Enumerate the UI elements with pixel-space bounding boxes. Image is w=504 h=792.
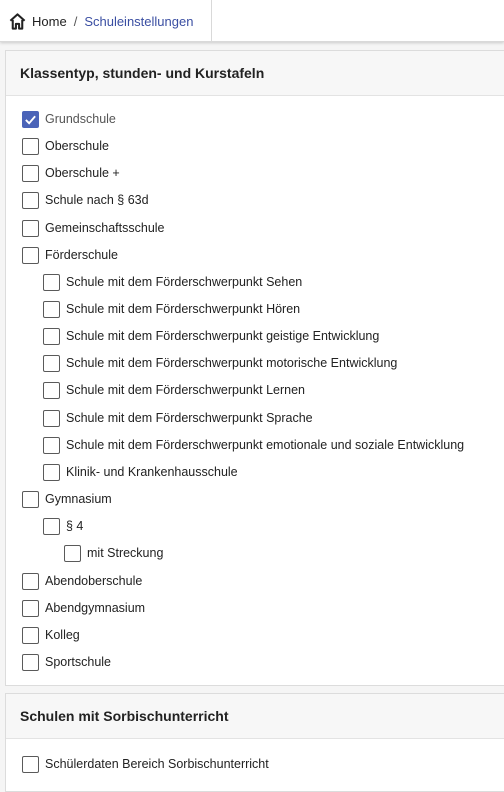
checkbox-row[interactable]: Förderschule	[22, 245, 118, 265]
checkbox[interactable]	[43, 300, 60, 318]
breadcrumb-separator: /	[73, 13, 78, 29]
checkbox-label: Schule mit dem Förderschwerpunkt Hören	[66, 302, 301, 316]
checkbox-label: Oberschule +	[45, 166, 120, 180]
checkbox[interactable]	[43, 327, 60, 345]
checkbox[interactable]	[43, 354, 60, 372]
checkbox[interactable]	[22, 653, 39, 671]
breadcrumb: Home / Schuleinstellungen	[0, 0, 212, 42]
checkbox-label: Schule mit dem Förderschwerpunkt Sehen	[66, 275, 303, 289]
checkbox-label: Kolleg	[45, 628, 80, 642]
breadcrumb-current[interactable]: Schuleinstellungen	[84, 14, 193, 29]
checkbox-label: Schule nach § 63d	[45, 193, 149, 207]
sorbian-card-title: Schulen mit Sorbischunterricht	[6, 694, 504, 739]
checkbox-row[interactable]: Schule mit dem Förderschwerpunkt Hören	[43, 299, 300, 319]
checkbox[interactable]	[22, 626, 39, 644]
checkbox-label: § 4	[66, 519, 84, 533]
checkbox-label: Schule mit dem Förderschwerpunkt emotion…	[66, 438, 465, 452]
sorbian-card: Schulen mit Sorbischunterricht Schülerda…	[5, 693, 504, 792]
checkbox-row[interactable]: Sportschule	[22, 652, 111, 672]
checkbox-row[interactable]: Oberschule +	[22, 163, 120, 183]
checkbox[interactable]	[22, 490, 39, 508]
checkbox[interactable]	[43, 409, 60, 427]
checkbox[interactable]	[22, 599, 39, 617]
checkbox-label: Schule mit dem Förderschwerpunkt Lernen	[66, 383, 306, 397]
checkbox-label: Schule mit dem Förderschwerpunkt Sprache	[66, 411, 313, 425]
checkbox-row[interactable]: mit Streckung	[64, 543, 163, 563]
checkbox[interactable]	[22, 137, 39, 155]
checkbox-row[interactable]: § 4	[43, 516, 83, 536]
checkbox-row[interactable]: Klinik- und Krankenhausschule	[43, 462, 238, 482]
school-type-card-title: Klassentyp, stunden- und Kurstafeln	[6, 51, 504, 96]
checkbox-row[interactable]: Schule mit dem Förderschwerpunkt motoris…	[43, 353, 397, 373]
checkbox[interactable]	[22, 191, 39, 209]
checkbox-row[interactable]: Schule nach § 63d	[22, 190, 149, 210]
checkbox-label: Schülerdaten Bereich Sorbischunterricht	[45, 757, 269, 771]
breadcrumb-home-link[interactable]: Home	[32, 14, 67, 29]
checkbox-row[interactable]: Schule mit dem Förderschwerpunkt Sprache	[43, 408, 313, 428]
checkbox-row[interactable]: Schülerdaten Bereich Sorbischunterricht	[22, 754, 269, 774]
checkbox-label: Schule mit dem Förderschwerpunkt geistig…	[66, 329, 380, 343]
checkbox[interactable]	[43, 517, 60, 535]
checkbox-row[interactable]: Schule mit dem Förderschwerpunkt Lernen	[43, 380, 305, 400]
checkbox[interactable]	[22, 110, 39, 128]
checkbox-label: Abendoberschule	[45, 574, 143, 588]
checkbox-label: mit Streckung	[87, 546, 164, 560]
checkbox-row[interactable]: Gymnasium	[22, 489, 112, 509]
checkbox-row[interactable]: Grundschule	[22, 109, 116, 129]
checkbox-label: Gymnasium	[45, 492, 112, 506]
checkbox-label: Abendgymnasium	[45, 601, 146, 615]
checkbox[interactable]	[43, 381, 60, 399]
checkbox-row[interactable]: Abendgymnasium	[22, 598, 145, 618]
checkbox-label: Oberschule	[45, 139, 109, 153]
checkbox[interactable]	[43, 273, 60, 291]
top-bar: Home / Schuleinstellungen	[0, 0, 504, 42]
checkbox-label: Grundschule	[45, 112, 116, 126]
checkbox-row[interactable]: Abendoberschule	[22, 571, 142, 591]
checkbox-label: Sportschule	[45, 655, 112, 669]
home-icon[interactable]	[8, 12, 27, 31]
checkbox[interactable]	[43, 436, 60, 454]
checkbox-label: Förderschule	[45, 248, 118, 262]
checkbox[interactable]	[22, 164, 39, 182]
checkbox-row[interactable]: Oberschule	[22, 136, 109, 156]
checkbox-label: Klinik- und Krankenhausschule	[66, 465, 238, 479]
checkmark-icon	[25, 115, 36, 125]
school-type-card: Klassentyp, stunden- und Kurstafeln Grun…	[5, 50, 504, 686]
checkbox[interactable]	[22, 246, 39, 264]
checkbox-row[interactable]: Schule mit dem Förderschwerpunkt geistig…	[43, 326, 379, 346]
checkbox-label: Schule mit dem Förderschwerpunkt motoris…	[66, 356, 398, 370]
checkbox-row[interactable]: Schule mit dem Förderschwerpunkt emotion…	[43, 435, 464, 455]
checkbox-row[interactable]: Gemeinschaftsschule	[22, 218, 165, 238]
checkbox-row[interactable]: Kolleg	[22, 625, 80, 645]
checkbox[interactable]	[22, 572, 39, 590]
checkbox-label: Gemeinschaftsschule	[45, 221, 165, 235]
checkbox[interactable]	[64, 544, 81, 562]
checkbox[interactable]	[22, 755, 39, 773]
checkbox-row[interactable]: Schule mit dem Förderschwerpunkt Sehen	[43, 272, 302, 292]
checkbox[interactable]	[43, 463, 60, 481]
checkbox[interactable]	[22, 219, 39, 237]
